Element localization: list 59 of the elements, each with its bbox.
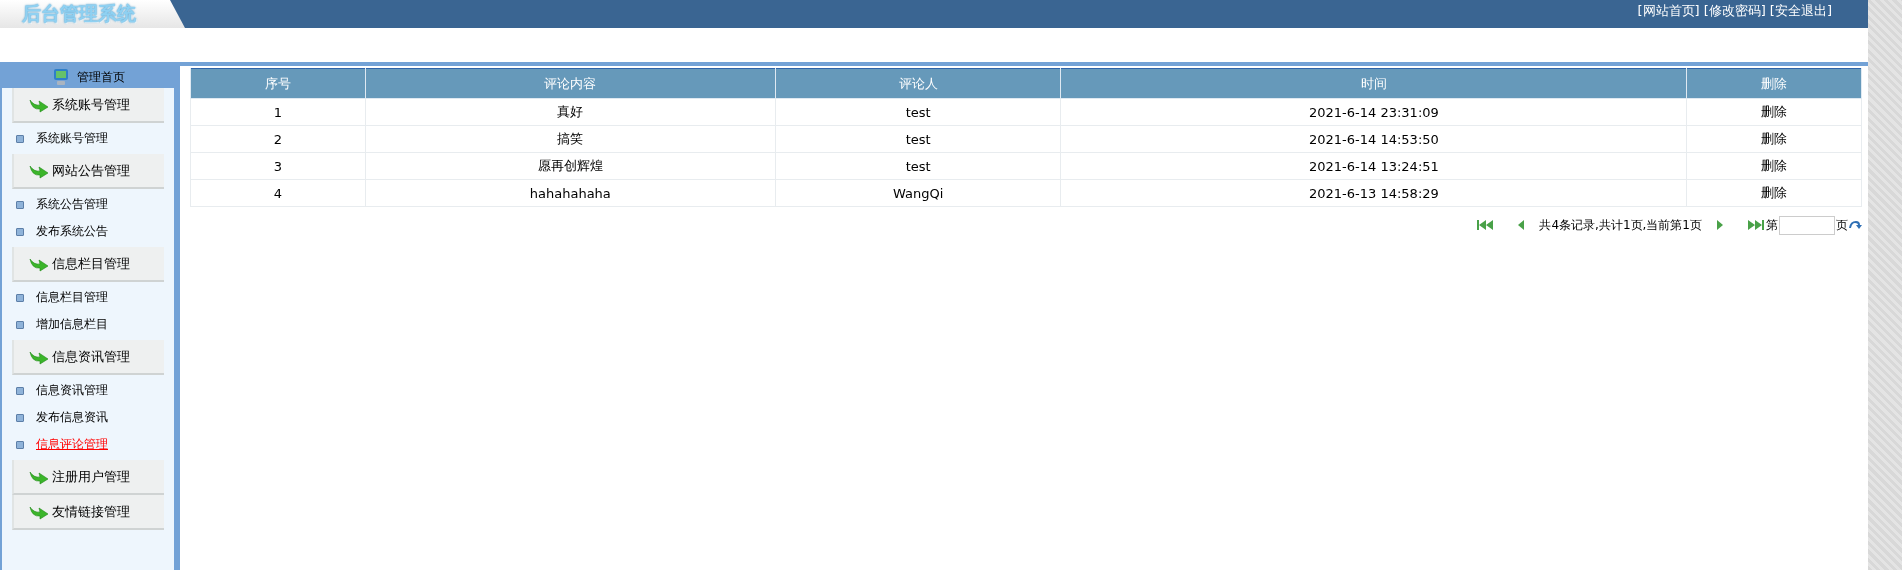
- header-link[interactable]: [修改密码]: [1703, 2, 1766, 20]
- column-header: 时间: [1060, 68, 1687, 99]
- menu-link[interactable]: 发布信息资讯: [36, 409, 108, 426]
- table-cell: test: [775, 152, 1061, 180]
- table-cell: hahahahaha: [365, 179, 776, 207]
- bullet-icon: [16, 227, 24, 236]
- menu-group-heading[interactable]: 信息资讯管理: [12, 340, 164, 375]
- table-cell: 4: [190, 179, 366, 207]
- table-cell: 真好: [365, 98, 776, 126]
- table-cell: 2021-6-14 14:53:50: [1060, 125, 1687, 153]
- menu-link[interactable]: 发布系统公告: [36, 223, 108, 240]
- menu-group-heading[interactable]: 系统账号管理: [12, 88, 164, 123]
- menu-group-heading[interactable]: 信息栏目管理: [12, 247, 164, 282]
- go-icon[interactable]: [1848, 220, 1862, 230]
- bullet-icon: [16, 440, 24, 449]
- computer-icon: [51, 68, 71, 86]
- table-cell: 3: [190, 152, 366, 180]
- menu-group-heading[interactable]: 注册用户管理: [12, 460, 164, 495]
- bullet-icon: [16, 386, 24, 395]
- logo-text: 后台管理系统: [22, 1, 136, 26]
- column-header: 评论人: [775, 68, 1061, 99]
- table-cell: 搞笑: [365, 125, 776, 153]
- bullet-icon: [16, 293, 24, 302]
- delete-link[interactable]: 删除: [1686, 179, 1862, 207]
- menu-link[interactable]: 信息资讯管理: [36, 382, 108, 399]
- menu-link[interactable]: 系统公告管理: [36, 196, 108, 213]
- bullet-icon: [16, 200, 24, 209]
- header-link[interactable]: [网站首页]: [1637, 2, 1700, 20]
- bullet-icon: [16, 413, 24, 422]
- menu-group-heading[interactable]: 友情链接管理: [12, 495, 164, 530]
- menu-group-heading[interactable]: 网站公告管理: [12, 154, 164, 189]
- page-label: 页: [1836, 216, 1848, 234]
- first-page-icon[interactable]: [1477, 220, 1494, 230]
- table-cell: 2021-6-14 13:24:51: [1060, 152, 1687, 180]
- delete-link[interactable]: 删除: [1686, 152, 1862, 180]
- menu-link[interactable]: 系统账号管理: [36, 130, 108, 147]
- delete-link[interactable]: 删除: [1686, 98, 1862, 126]
- bullet-icon: [16, 320, 24, 329]
- delete-link[interactable]: 删除: [1686, 125, 1862, 153]
- menu-link[interactable]: 信息评论管理: [36, 436, 108, 453]
- record-summary: 共4条记录,共计1页,当前第1页: [1539, 216, 1702, 234]
- last-page-icon[interactable]: [1748, 220, 1764, 230]
- menu-link[interactable]: 信息栏目管理: [36, 289, 108, 306]
- table-cell: test: [775, 125, 1061, 153]
- page-input[interactable]: [1779, 215, 1835, 235]
- bullet-icon: [16, 134, 24, 143]
- table-cell: 2021-6-14 23:31:09: [1060, 98, 1687, 126]
- page-label: 第: [1766, 216, 1778, 234]
- menu-link[interactable]: 增加信息栏目: [36, 316, 108, 333]
- column-header: 评论内容: [365, 68, 776, 99]
- table-cell: WangQi: [775, 179, 1061, 207]
- table-cell: test: [775, 98, 1061, 126]
- header-link[interactable]: [安全退出]: [1769, 2, 1832, 20]
- column-header: 删除: [1686, 68, 1862, 99]
- table-cell: 1: [190, 98, 366, 126]
- table-cell: 愿再创辉煌: [365, 152, 776, 180]
- table-cell: 2021-6-13 14:58:29: [1060, 179, 1687, 207]
- table-cell: 2: [190, 125, 366, 153]
- column-header: 序号: [190, 68, 366, 99]
